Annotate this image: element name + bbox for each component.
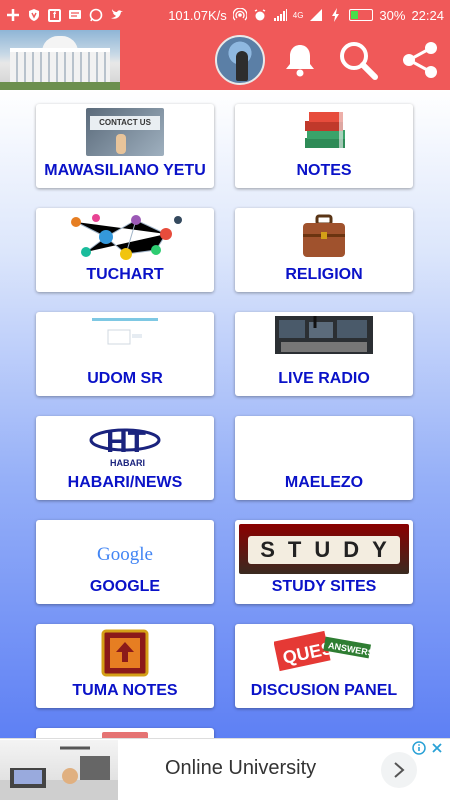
webpage-icon	[92, 316, 158, 356]
contact-us-image: CONTACT US	[86, 108, 164, 156]
search-icon[interactable]	[338, 40, 378, 80]
campus-building-image	[0, 30, 120, 90]
network-speed: 101.07K/s	[168, 7, 227, 23]
tile-label: MAWASILIANO YETU	[44, 162, 206, 179]
whatsapp-icon	[89, 8, 103, 22]
alarm-icon	[253, 8, 267, 22]
tile-label: HABARI/NEWS	[67, 474, 183, 491]
tile-label: TUMA NOTES	[72, 682, 178, 699]
twitter-icon	[110, 8, 124, 22]
tile-study-sites[interactable]: STUDY STUDY SITES	[235, 520, 413, 604]
avatar[interactable]	[215, 35, 265, 85]
signal-icon	[273, 8, 287, 22]
tile-label: TUCHART	[86, 266, 164, 283]
tile-mawasiliano-yetu[interactable]: CONTACT US MAWASILIANO YETU	[36, 104, 214, 188]
tile-label: LIVE RADIO	[278, 370, 370, 387]
battery-icon	[349, 9, 374, 21]
share-icon[interactable]	[400, 40, 440, 80]
questions-answers-image: QUES ANSWERS	[273, 628, 374, 678]
tile-label: UDOM SR	[87, 370, 163, 387]
ad-info-icon[interactable]	[412, 741, 426, 760]
tile-habari-news[interactable]: HT HABARI HABARI/NEWS	[36, 416, 214, 500]
tile-discusion-panel[interactable]: QUES ANSWERS DISCUSION PANEL	[235, 624, 413, 708]
message-icon	[68, 8, 82, 22]
plus-icon	[6, 8, 20, 22]
tile-label: GOOGLE	[89, 578, 161, 595]
ad-banner[interactable]: Online University	[0, 738, 450, 800]
contact-us-text: CONTACT US	[90, 116, 160, 130]
briefcase-icon	[299, 212, 349, 262]
tile-udom-sr[interactable]: UDOM SR	[36, 312, 214, 396]
app-bar	[0, 30, 450, 90]
clock: 22:24	[411, 7, 444, 23]
study-blocks-image: STUDY	[239, 524, 409, 574]
ad-image	[0, 740, 118, 800]
tile-maelezo[interactable]: MAELEZO	[235, 416, 413, 500]
tile-tuchart[interactable]: TUCHART	[36, 208, 214, 292]
habari-text: HABARI	[110, 458, 145, 468]
radio-studio-icon	[275, 316, 373, 354]
facebook-icon: f	[48, 8, 61, 22]
tile-label: RELIGION	[285, 266, 363, 283]
tile-google[interactable]: Google GOOGLE	[36, 520, 214, 604]
notification-bell-icon[interactable]	[280, 40, 320, 80]
tile-label: DISCUSION PANEL	[250, 682, 398, 699]
menu-grid: CONTACT US MAWASILIANO YETU NOTES TUCHAR…	[0, 90, 450, 738]
close-icon[interactable]	[430, 741, 444, 760]
battery-percent: 30%	[379, 7, 406, 23]
google-logo: Google	[97, 544, 153, 565]
tile-label: STUDY SITES	[271, 578, 377, 595]
tile-label: NOTES	[296, 162, 352, 179]
tile-live-radio[interactable]: LIVE RADIO	[235, 312, 413, 396]
charging-icon	[329, 8, 343, 22]
network-people-icon	[66, 212, 184, 262]
tile-religion[interactable]: RELIGION	[235, 208, 413, 292]
status-bar: f 101.07K/s 4G 30% 22:24	[0, 0, 450, 30]
ht-text: HT	[106, 426, 146, 459]
study-text: STUDY	[248, 536, 400, 564]
hotspot-icon	[232, 8, 247, 22]
shield-icon	[27, 8, 41, 22]
tile-partial[interactable]	[36, 728, 214, 738]
upload-chest-icon	[100, 628, 150, 678]
tile-label: MAELEZO	[284, 474, 364, 491]
tile-notes[interactable]: NOTES	[235, 104, 413, 188]
tile-tuma-notes[interactable]: TUMA NOTES	[36, 624, 214, 708]
ad-title: Online University	[165, 757, 317, 779]
books-icon	[299, 108, 349, 158]
signal-2-icon	[309, 8, 323, 22]
network-type: 4G	[292, 10, 304, 20]
ht-habari-logo: HT HABARI	[88, 420, 162, 470]
